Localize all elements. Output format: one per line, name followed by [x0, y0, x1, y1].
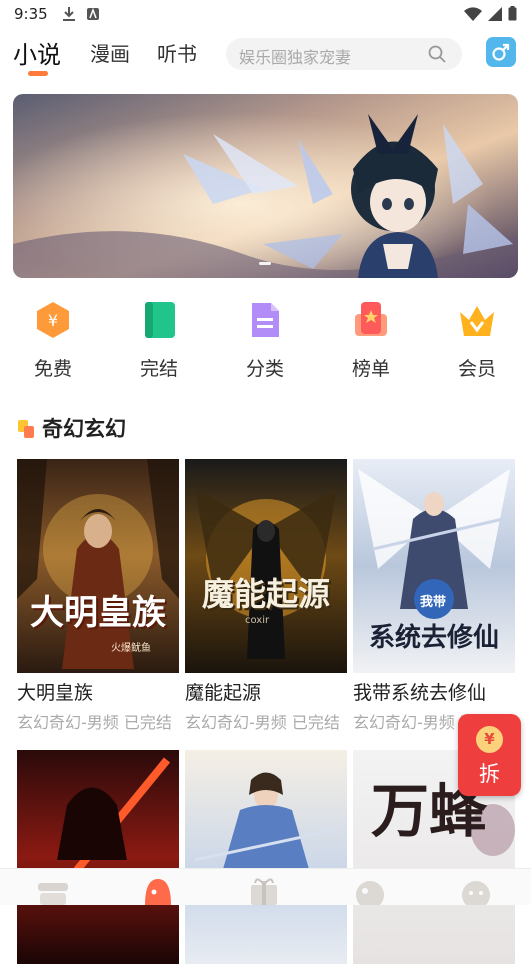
- cover-author-text: 火爆鱿鱼: [111, 643, 151, 654]
- category-vip[interactable]: 会员: [437, 296, 517, 381]
- red-packet-label: 拆: [479, 762, 500, 786]
- red-packet-button[interactable]: ¥ 拆: [458, 714, 521, 796]
- category-label: 会员: [457, 358, 496, 380]
- nav-welfare[interactable]: [247, 875, 287, 905]
- banner-artwork: [13, 94, 518, 278]
- tab-audiobook[interactable]: 听书: [157, 38, 197, 67]
- book-card[interactable]: [185, 750, 347, 964]
- app-notification-icon: [87, 7, 99, 20]
- book-card[interactable]: [17, 750, 179, 964]
- banner-page-indicator: [259, 262, 271, 265]
- bookstore-active-icon: [145, 879, 171, 905]
- search-input[interactable]: 娱乐圈独家宠妻: [226, 38, 462, 70]
- document-icon: [252, 303, 279, 337]
- book-card[interactable]: 大明皇族 火爆鱿鱼 大明皇族 玄幻奇幻-男频 已完结: [17, 459, 179, 733]
- book-title: 我带系统去修仙: [353, 682, 487, 704]
- male-icon: [492, 43, 510, 61]
- book-cover: 魔能起源 coxir: [185, 459, 347, 673]
- active-tab-indicator: [28, 71, 48, 76]
- battery-icon: [508, 6, 517, 21]
- crown-icon: [460, 306, 494, 336]
- nav-profile[interactable]: [459, 875, 499, 909]
- bottom-navigation: [0, 868, 531, 909]
- category-label: 榜单: [351, 358, 390, 380]
- tab-comics[interactable]: 漫画: [90, 38, 130, 67]
- book-cover: 我带 系统去修仙: [353, 459, 515, 673]
- book-cover: [185, 750, 347, 964]
- search-icon[interactable]: [428, 45, 446, 63]
- nav-bookstore[interactable]: [141, 875, 181, 905]
- category-completed[interactable]: 完结: [119, 296, 199, 381]
- download-icon: [63, 7, 75, 21]
- wifi-icon: [464, 6, 482, 21]
- cover-subtitle-text: 我带: [420, 595, 447, 610]
- gender-toggle-button[interactable]: [486, 37, 516, 67]
- nav-discover[interactable]: [353, 875, 393, 909]
- green-book-icon: [145, 302, 175, 338]
- search-placeholder: 娱乐圈独家宠妻: [239, 48, 352, 67]
- cover-title-text: 大明皇族: [30, 593, 166, 633]
- coin-icon: ¥: [476, 726, 503, 753]
- bookshelf-icon: [38, 883, 68, 905]
- book-title: 魔能起源: [185, 682, 262, 704]
- book-card[interactable]: 魔能起源 coxir 魔能起源 玄幻奇幻-男频 已完结: [185, 459, 347, 733]
- book-meta: 玄幻奇幻-男频 已完结: [185, 713, 340, 732]
- category-label: 分类: [245, 358, 284, 380]
- cover-title-text: 系统去修仙: [368, 623, 499, 653]
- signal-icon: [488, 6, 502, 21]
- promo-banner[interactable]: [13, 94, 518, 278]
- book-card[interactable]: 我带 系统去修仙 我带系统去修仙 玄幻奇幻-男频 已完结: [353, 459, 515, 733]
- tab-novel[interactable]: 小说: [13, 35, 61, 70]
- profile-icon: [462, 881, 490, 909]
- status-bar: 9:35: [0, 0, 531, 28]
- ranking-icon: [355, 302, 387, 336]
- book-meta: 玄幻奇幻-男频 已完结: [17, 713, 172, 732]
- category-classify[interactable]: 分类: [225, 296, 305, 381]
- book-cover: 大明皇族 火爆鱿鱼: [17, 459, 179, 673]
- coin-hexagon-icon: ¥: [37, 302, 69, 338]
- category-label: 免费: [33, 358, 72, 380]
- book-title: 大明皇族: [17, 682, 94, 704]
- discover-icon: [356, 881, 384, 909]
- category-label: 完结: [139, 358, 178, 380]
- gift-icon: [251, 878, 277, 905]
- section-marker-icon: [18, 418, 38, 438]
- cover-author-text: coxir: [245, 615, 270, 626]
- svg-text:¥: ¥: [48, 311, 58, 330]
- section-header: 奇幻玄幻: [18, 413, 126, 443]
- category-shortcuts: ¥ 免费 完结 分类 榜单 会员: [0, 296, 531, 386]
- book-cover: [17, 750, 179, 964]
- status-time: 9:35: [14, 5, 48, 23]
- category-free[interactable]: ¥ 免费: [13, 296, 93, 381]
- category-rankings[interactable]: 榜单: [331, 296, 411, 381]
- cover-title-text: 魔能起源: [201, 575, 330, 613]
- nav-bookshelf[interactable]: [36, 875, 76, 905]
- section-title: 奇幻玄幻: [42, 417, 126, 441]
